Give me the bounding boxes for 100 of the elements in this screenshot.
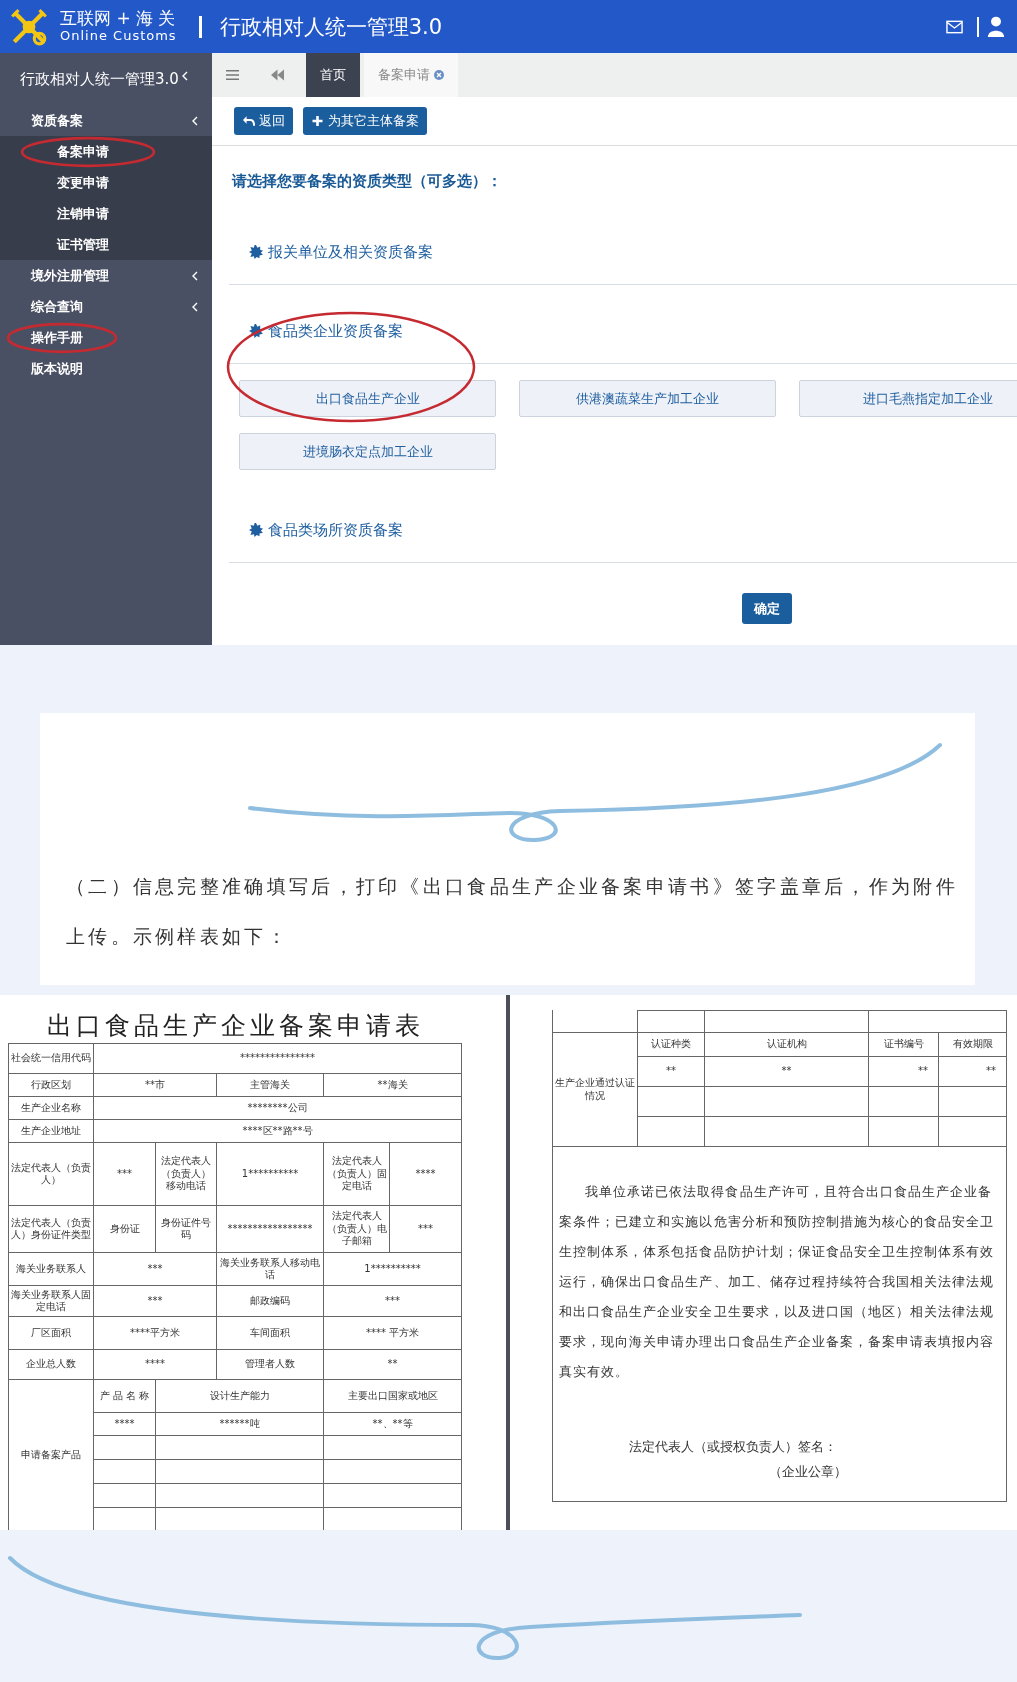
table-cell: ** [324, 1350, 462, 1380]
table-cell: ** [869, 1057, 939, 1087]
table-cell: 生产企业名称 [9, 1097, 94, 1120]
table-cell: 法定代表人（负责人） [9, 1143, 94, 1206]
submenu-item[interactable]: 变更申请 [57, 173, 109, 192]
section-heading: 报关单位及相关资质备案 [268, 242, 433, 263]
table-cell: 生产企业地址 [9, 1120, 94, 1143]
empty-table-cell [94, 1436, 156, 1460]
tab[interactable]: 首页 [306, 53, 360, 97]
app-title: 行政相对人统一管理3.0 [219, 13, 443, 41]
tab[interactable]: 备案申请 [364, 53, 458, 97]
confirm-button[interactable]: 确定 [742, 593, 792, 624]
table-cell: 企业总人数 [9, 1350, 94, 1380]
option-button[interactable]: 进口毛燕指定加工企业 [799, 380, 1017, 417]
table-cell: ******吨 [156, 1413, 324, 1436]
table-cell: 法定代表人（负责人）移动电话 [156, 1143, 217, 1206]
empty-table-cell [94, 1484, 156, 1508]
menu-item[interactable]: 境外注册管理 [31, 266, 109, 285]
table-cell: **** [94, 1413, 156, 1436]
table-cell: **海关 [324, 1074, 462, 1097]
table-cell: 管理者人数 [217, 1350, 324, 1380]
table-cell: 海关业务联系人 [9, 1253, 94, 1286]
table-cell: 主要出口国家或地区 [324, 1380, 462, 1413]
plus-icon [311, 115, 324, 127]
submenu-item[interactable]: 证书管理 [57, 235, 109, 254]
table-cell: *** [324, 1286, 462, 1317]
table-cell: 1********** [217, 1143, 324, 1206]
table-cell: **** [94, 1350, 217, 1380]
seal-label: （企业公章） [769, 1464, 848, 1481]
table-cell: 产 品 名 称 [94, 1380, 156, 1413]
chevron-left-icon[interactable] [192, 301, 198, 312]
table-cell: 认证种类 [638, 1033, 705, 1057]
option-button[interactable]: 进境肠衣定点加工企业 [239, 433, 496, 470]
chevron-left-icon[interactable] [192, 115, 198, 126]
empty-table-cell [94, 1460, 156, 1484]
empty-table-cell [939, 1087, 1007, 1117]
table-cell: 设计生产能力 [156, 1380, 324, 1413]
table-cell: **市 [94, 1074, 217, 1097]
menu-icon[interactable] [226, 69, 239, 81]
table-cell: 海关业务联系人移动电话 [217, 1253, 324, 1286]
empty-table-cell [638, 1117, 705, 1147]
pledge-text: 我单位承诺已依法取得食品生产许可，且符合出口食品生产企业备案条件；已建立和实施以危害分析和预防控制措施为核心的食品安全卫生控制体系，体系包括食品防护计划；保证食品安全卫生控制体系有效运行，确保出口食品生产、加工、储存过程持续符合我国相关法律法规和出口食品生产企业安全卫生要求，以及进口国（地区）相关法律法规要求，现向海关申请办理出口食品生产企业备案，备案申请表填报内容真实有效。 [559, 1183, 996, 1381]
table-cell: 邮政编码 [217, 1286, 324, 1317]
table-cell: 海关业务联系人固定电话 [9, 1286, 94, 1317]
brand-subtitle: Online Customs [60, 28, 177, 44]
signature-label: 法定代表人（或授权负责人）签名： [629, 1439, 838, 1456]
submenu-item[interactable]: 注销申请 [57, 204, 109, 223]
table-cell: ***************** [217, 1206, 324, 1253]
reply-arrow-icon [242, 115, 255, 127]
action-button[interactable]: 返回 [234, 107, 293, 135]
table-cell: 生产企业通过认证情况 [553, 1033, 638, 1147]
mail-icon[interactable] [946, 19, 963, 34]
table-cell: 身份证件号码 [156, 1206, 217, 1253]
empty-table-cell [869, 1117, 939, 1147]
table-cell: **、**等 [324, 1413, 462, 1436]
table-cell: 法定代表人（负责人）固定电话 [324, 1143, 390, 1206]
badge-icon [249, 523, 263, 537]
option-button[interactable]: 出口食品生产企业 [239, 380, 496, 417]
brand-name: 互联网 + 海 关 [60, 9, 177, 29]
table-cell: ** [638, 1057, 705, 1087]
table-cell: ****区**路**号 [94, 1120, 462, 1143]
menu-item[interactable]: 版本说明 [31, 359, 83, 378]
table-cell: 法定代表人（负责人）身份证件类型 [9, 1206, 94, 1253]
action-button[interactable]: 为其它主体备案 [303, 107, 427, 135]
badge-icon [249, 324, 263, 338]
table-cell: 1********** [324, 1253, 462, 1286]
table-cell: 社会统一信用代码 [9, 1044, 94, 1074]
table-cell: **** 平方米 [324, 1317, 462, 1350]
table-cell: 认证机构 [705, 1033, 869, 1057]
table-cell: 行政区划 [9, 1074, 94, 1097]
sidebar-title: 行政相对人统一管理3.0 [20, 69, 179, 89]
table-cell: *** [94, 1286, 217, 1317]
chevron-left-icon[interactable] [192, 270, 198, 281]
table-cell: 主管海关 [217, 1074, 324, 1097]
double-left-arrow-icon[interactable] [271, 69, 284, 81]
empty-table-cell [638, 1010, 705, 1033]
table-cell: ** [939, 1057, 1007, 1087]
option-button[interactable]: 供港澳蔬菜生产加工企业 [519, 380, 776, 417]
table-cell: 法定代表人（负责人）电子邮箱 [324, 1206, 390, 1253]
table-cell: ****平方米 [94, 1317, 217, 1350]
table-cell: 车间面积 [217, 1317, 324, 1350]
table-cell: 证书编号 [869, 1033, 939, 1057]
menu-item[interactable]: 资质备案 [31, 111, 83, 130]
note-paragraph: （二）信息完整准确填写后，打印《出口食品生产企业备案申请书》签字盖章后，作为附件上传。示例样表如下： [66, 874, 959, 949]
menu-item[interactable]: 综合查询 [31, 297, 83, 316]
table-cell: *** [390, 1206, 462, 1253]
section-heading: 食品类场所资质备案 [268, 520, 403, 541]
user-icon[interactable] [987, 15, 1005, 38]
table-cell: *** [94, 1253, 217, 1286]
table-cell: *** [94, 1143, 156, 1206]
form-title: 出口食品生产企业备案申请表 [45, 1010, 425, 1042]
table-cell: **** [390, 1143, 462, 1206]
table-cell: *************** [94, 1044, 462, 1074]
chevron-left-icon[interactable] [181, 71, 188, 81]
empty-table-cell [869, 1087, 939, 1117]
badge-icon [249, 245, 263, 259]
table-cell: ** [705, 1057, 869, 1087]
empty-table-cell [638, 1087, 705, 1117]
prompt-text: 请选择您要备案的资质类型（可多选）： [230, 171, 503, 192]
close-icon[interactable] [434, 70, 444, 80]
